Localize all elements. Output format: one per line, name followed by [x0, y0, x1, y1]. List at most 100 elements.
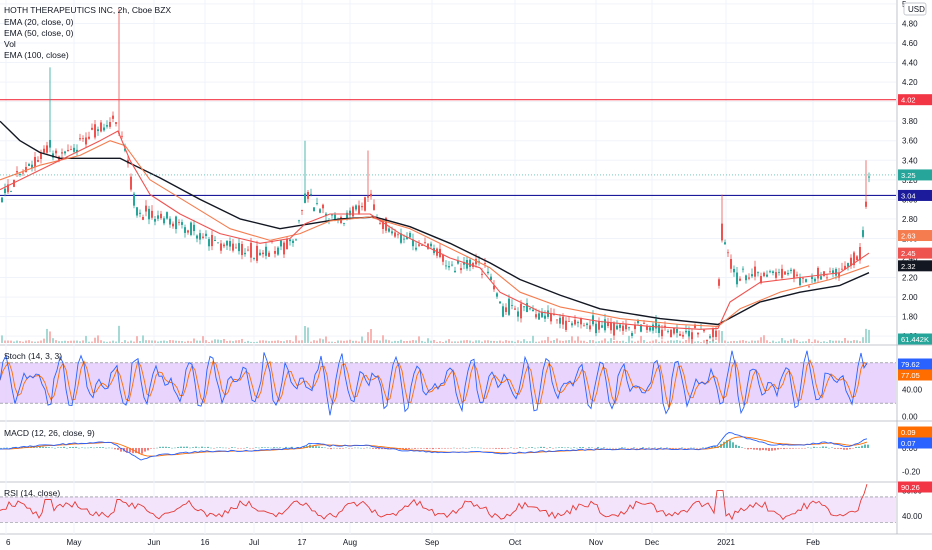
candle-body	[823, 271, 825, 277]
candle-body	[262, 252, 264, 255]
macd-histogram-bar	[567, 447, 569, 448]
volume-bar	[817, 340, 819, 343]
candle-body	[253, 258, 255, 259]
candle-body	[817, 267, 819, 279]
macd-histogram-bar	[546, 447, 548, 449]
candle-body	[256, 245, 258, 261]
macd-histogram-bar	[753, 447, 755, 450]
macd-histogram-bar	[513, 447, 515, 449]
macd-histogram-bar	[378, 447, 380, 450]
candle-body	[865, 201, 867, 207]
candle-body	[826, 277, 828, 279]
volume-bar	[724, 340, 726, 343]
macd-histogram-bar	[420, 447, 422, 449]
volume-bar	[526, 341, 528, 343]
volume-bar	[28, 340, 30, 343]
macd-histogram-bar	[159, 446, 161, 448]
macd-histogram-bar	[579, 447, 581, 448]
volume-bar	[97, 335, 99, 343]
candle-body	[418, 244, 420, 246]
price-tick-label: 2.20	[902, 274, 918, 283]
candle-body	[247, 249, 249, 251]
volume-bar	[103, 341, 105, 343]
macd-histogram-bar	[576, 447, 578, 449]
volume-bar	[856, 340, 858, 343]
volume-bar	[730, 341, 732, 343]
macd-histogram-bar	[267, 447, 269, 448]
candle-body	[46, 145, 48, 153]
macd-histogram-bar	[54, 447, 56, 449]
candle-body	[85, 137, 87, 145]
macd-histogram-bar	[276, 447, 278, 448]
time-axis-label: Aug	[343, 538, 357, 547]
volume-bar	[805, 341, 807, 343]
candle-body	[796, 274, 798, 276]
candle-body	[469, 259, 471, 267]
macd-histogram-bar	[801, 447, 803, 449]
candle-body	[151, 210, 153, 218]
volume-bar	[52, 338, 54, 343]
candle-body	[676, 328, 678, 333]
volume-bar	[565, 340, 567, 343]
candle-body	[661, 329, 663, 337]
volume-bar	[223, 338, 225, 343]
support-price-tag-text: 3.04	[901, 191, 916, 200]
macd-histogram-bar	[60, 447, 62, 448]
candle-body	[370, 193, 372, 197]
macd-histogram-bar	[630, 447, 632, 449]
volume-bar	[73, 340, 75, 343]
volume-bar	[85, 335, 87, 343]
currency-badge[interactable]: USD	[903, 2, 927, 16]
volume-bar	[424, 341, 426, 343]
candle-body	[208, 239, 210, 247]
volume-bar	[22, 341, 24, 343]
volume-bar	[271, 340, 273, 343]
candle-body	[577, 322, 579, 324]
volume-bar	[91, 341, 93, 343]
volume-bar	[319, 338, 321, 343]
macd-histogram-bar	[522, 447, 524, 449]
candle-body	[550, 313, 552, 322]
volume-bar	[70, 340, 72, 343]
volume-bar	[589, 340, 591, 343]
macd-histogram-bar	[645, 447, 647, 449]
macd-histogram-bar	[51, 447, 53, 449]
macd-histogram-bar	[360, 447, 362, 449]
volume-bar	[550, 340, 552, 343]
volume-bar	[226, 341, 228, 343]
candle-body	[574, 319, 576, 325]
macd-histogram-bar	[795, 447, 797, 449]
macd-histogram-bar	[498, 447, 500, 449]
time-axis-label: May	[66, 538, 81, 547]
candle-body	[805, 279, 807, 282]
macd-histogram-bar	[573, 447, 575, 448]
macd-histogram-bar	[549, 447, 551, 448]
time-axis-label: Nov	[589, 538, 603, 547]
volume-bar	[37, 341, 39, 343]
macd-histogram-bar	[528, 447, 530, 448]
candle-body	[508, 298, 510, 315]
macd-histogram-bar	[282, 447, 284, 449]
candle-body	[571, 323, 573, 326]
candle-body	[319, 209, 321, 213]
candle-body	[787, 272, 789, 275]
ema20-price-tag: 2.63	[898, 230, 932, 242]
candle-body	[538, 313, 540, 320]
price-tick-label: 3.80	[902, 117, 918, 126]
volume-bar	[586, 341, 588, 343]
macd-histogram-bar	[738, 445, 740, 448]
volume-bar	[688, 337, 690, 343]
volume-bar	[439, 341, 441, 343]
volume-bar	[493, 340, 495, 343]
macd-histogram-bar	[501, 447, 503, 449]
volume-bar	[769, 341, 771, 343]
macd-histogram-bar	[102, 447, 104, 448]
stoch-tick-label: 0.00	[902, 413, 918, 422]
macd-histogram-bar	[828, 447, 830, 449]
volume-bar	[397, 341, 399, 343]
macd-histogram-bar	[285, 446, 287, 448]
volume-bar	[34, 341, 36, 343]
volume-bar	[280, 341, 282, 343]
volume-bar	[250, 341, 252, 343]
candle-body	[130, 176, 132, 190]
